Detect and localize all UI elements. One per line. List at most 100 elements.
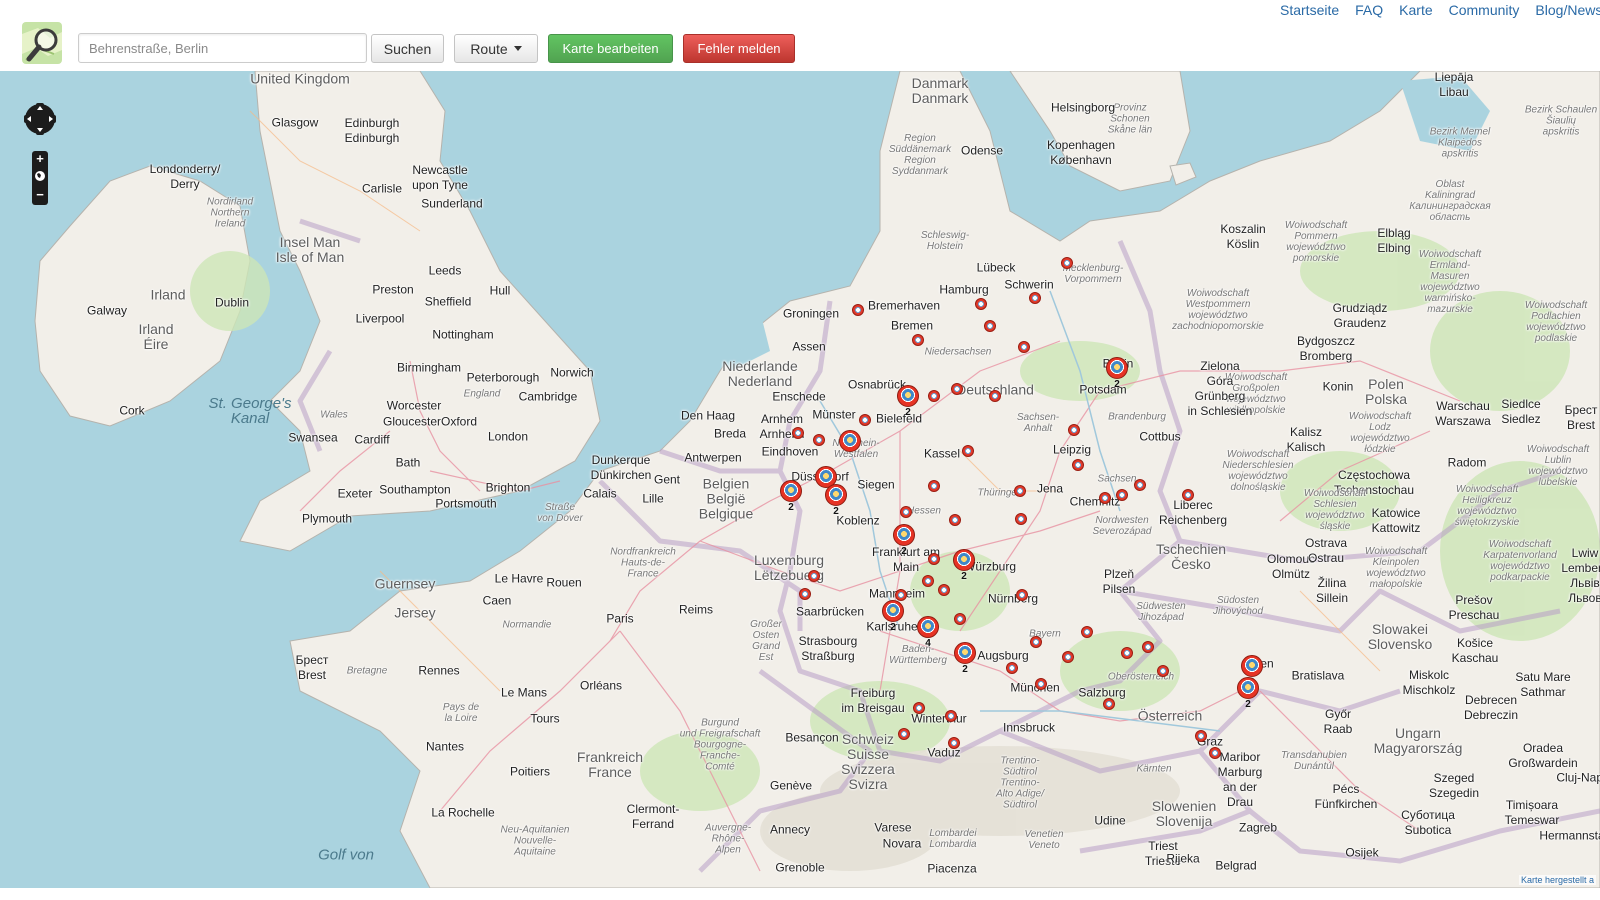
map-marker[interactable] (1029, 292, 1041, 304)
cluster-count: 2 (961, 571, 967, 582)
globe-icon[interactable] (34, 170, 46, 182)
map-marker[interactable] (1035, 678, 1047, 690)
map-label-swansea: Swansea (288, 430, 338, 445)
map-marker[interactable] (808, 570, 820, 582)
map-view[interactable]: United Kingdom Danmark Danmark Glasgow Edinb… (0, 71, 1600, 888)
map-marker[interactable] (895, 589, 907, 601)
map-label-lwiw: LwiwLembergЛьвівЛьвов (1561, 546, 1600, 605)
map-marker[interactable] (948, 737, 960, 749)
map-marker[interactable] (1099, 492, 1111, 504)
search-button[interactable]: Suchen (371, 34, 444, 63)
map-label-plymouth: Plymouth (301, 511, 353, 526)
cluster-count: 2 (890, 622, 896, 633)
map-marker-cluster-stuttgart[interactable]: 4 (917, 616, 939, 649)
map-marker[interactable] (1209, 747, 1221, 759)
report-error-button[interactable]: Fehler melden (683, 34, 795, 63)
map-label-london: London (487, 429, 529, 444)
map-marker[interactable] (1103, 698, 1115, 710)
map-marker[interactable] (984, 320, 996, 332)
map-marker[interactable] (1121, 647, 1133, 659)
nav-blog-news[interactable]: Blog/News (1535, 2, 1600, 18)
map-marker[interactable] (1018, 341, 1030, 353)
zoom-out-button[interactable]: − (32, 187, 48, 203)
map-marker[interactable] (1182, 489, 1194, 501)
map-marker[interactable] (1062, 651, 1074, 663)
map-label-eindhoven: Eindhoven (761, 444, 819, 459)
map-marker-cluster-berlin[interactable]: 2 (1106, 357, 1128, 390)
map-label-zilina: Žilina Sillein (1315, 576, 1349, 605)
map-marker[interactable] (962, 445, 974, 457)
map-marker[interactable] (1015, 513, 1027, 525)
map-marker-cluster-wien2[interactable]: 2 (1237, 677, 1259, 710)
map-marker[interactable] (1061, 257, 1073, 269)
map-marker[interactable] (1157, 665, 1169, 677)
map-label-frankreich: Frankreich France (576, 749, 644, 780)
map-label-caen: Caen (482, 593, 512, 608)
map-marker[interactable] (1016, 589, 1028, 601)
edit-map-button[interactable]: Karte bearbeiten (548, 34, 673, 63)
map-label-clermont: Clermont- Ferrand (626, 802, 680, 831)
zoom-in-button[interactable]: + (32, 151, 48, 167)
map-marker[interactable] (1072, 459, 1084, 471)
map-marker[interactable] (928, 553, 940, 565)
pan-control[interactable] (22, 101, 58, 137)
map-label-glasgow: Glasgow (271, 115, 319, 130)
map-marker[interactable] (945, 710, 957, 722)
cluster-count: 2 (901, 546, 907, 557)
map-marker[interactable] (898, 728, 910, 740)
map-marker[interactable] (949, 514, 961, 526)
search-input[interactable] (78, 33, 367, 63)
map-marker[interactable] (1195, 730, 1207, 742)
map-label-presov: Prešov Preschau (1448, 593, 1500, 622)
map-marker[interactable] (954, 613, 966, 625)
map-label-besancon: Besançon (785, 730, 839, 745)
map-marker[interactable] (813, 434, 825, 446)
map-label-nouvelleaquitaine: Neu-Aquitanien Nouvelle- Aquitaine (500, 824, 570, 858)
map-marker[interactable] (792, 427, 804, 439)
cluster-count: 4 (925, 638, 931, 649)
map-marker-cluster-frankfurt[interactable]: 2 (893, 524, 915, 557)
nav-faq[interactable]: FAQ (1355, 2, 1383, 18)
map-attribution[interactable]: Karte hergestellt a (1518, 875, 1596, 885)
map-marker[interactable] (1142, 641, 1154, 653)
map-marker[interactable] (951, 383, 963, 395)
map-marker[interactable] (1134, 479, 1146, 491)
map-marker-cluster-augsburg[interactable]: 2 (954, 642, 976, 675)
map-marker[interactable] (928, 390, 940, 402)
map-marker-cluster-wuerzburg[interactable]: 2 (953, 549, 975, 582)
map-marker[interactable] (1068, 424, 1080, 436)
map-marker-cluster-karlsruhe[interactable]: 2 (882, 600, 904, 633)
map-marker[interactable] (913, 702, 925, 714)
map-marker[interactable] (1081, 626, 1093, 638)
map-label-kosice: Košice Kaschau (1451, 636, 1499, 665)
map-marker[interactable] (975, 298, 987, 310)
map-marker[interactable] (989, 390, 1001, 402)
map-label-nantes: Nantes (425, 739, 465, 754)
map-marker[interactable] (912, 334, 924, 346)
map-marker[interactable] (1014, 485, 1026, 497)
nav-karte[interactable]: Karte (1399, 2, 1432, 18)
map-marker[interactable] (1006, 662, 1018, 674)
map-label-edinburgh: Edinburgh Edinburgh (344, 116, 400, 145)
nav-community[interactable]: Community (1449, 2, 1520, 18)
map-marker-cluster-wien[interactable]: 2 (1241, 655, 1263, 688)
map-marker[interactable] (859, 414, 871, 426)
map-marker[interactable] (900, 506, 912, 518)
map-label-tours: Tours (530, 711, 560, 726)
map-marker-cluster-aachen[interactable]: 2 (780, 480, 802, 513)
openstreetmap-logo-icon[interactable] (20, 20, 68, 68)
map-marker[interactable] (922, 575, 934, 587)
map-label-klaipeda: Bezirk Memel Klaipėdos apskritis (1429, 126, 1491, 160)
map-marker[interactable] (799, 588, 811, 600)
map-marker[interactable] (1030, 636, 1042, 648)
map-marker[interactable] (928, 480, 940, 492)
nav-startseite[interactable]: Startseite (1280, 2, 1339, 18)
map-marker[interactable] (852, 304, 864, 316)
map-marker[interactable] (938, 584, 950, 596)
route-dropdown-button[interactable]: Route (454, 34, 538, 63)
map-marker-cluster-dortmund[interactable] (839, 430, 861, 452)
map-marker[interactable] (1116, 489, 1128, 501)
map-marker-cluster-bielefeld[interactable]: 2 (897, 385, 919, 418)
map-marker-cluster-koeln[interactable]: 2 (825, 484, 847, 517)
map-label-oradea: Oradea Großwardein (1508, 741, 1578, 770)
